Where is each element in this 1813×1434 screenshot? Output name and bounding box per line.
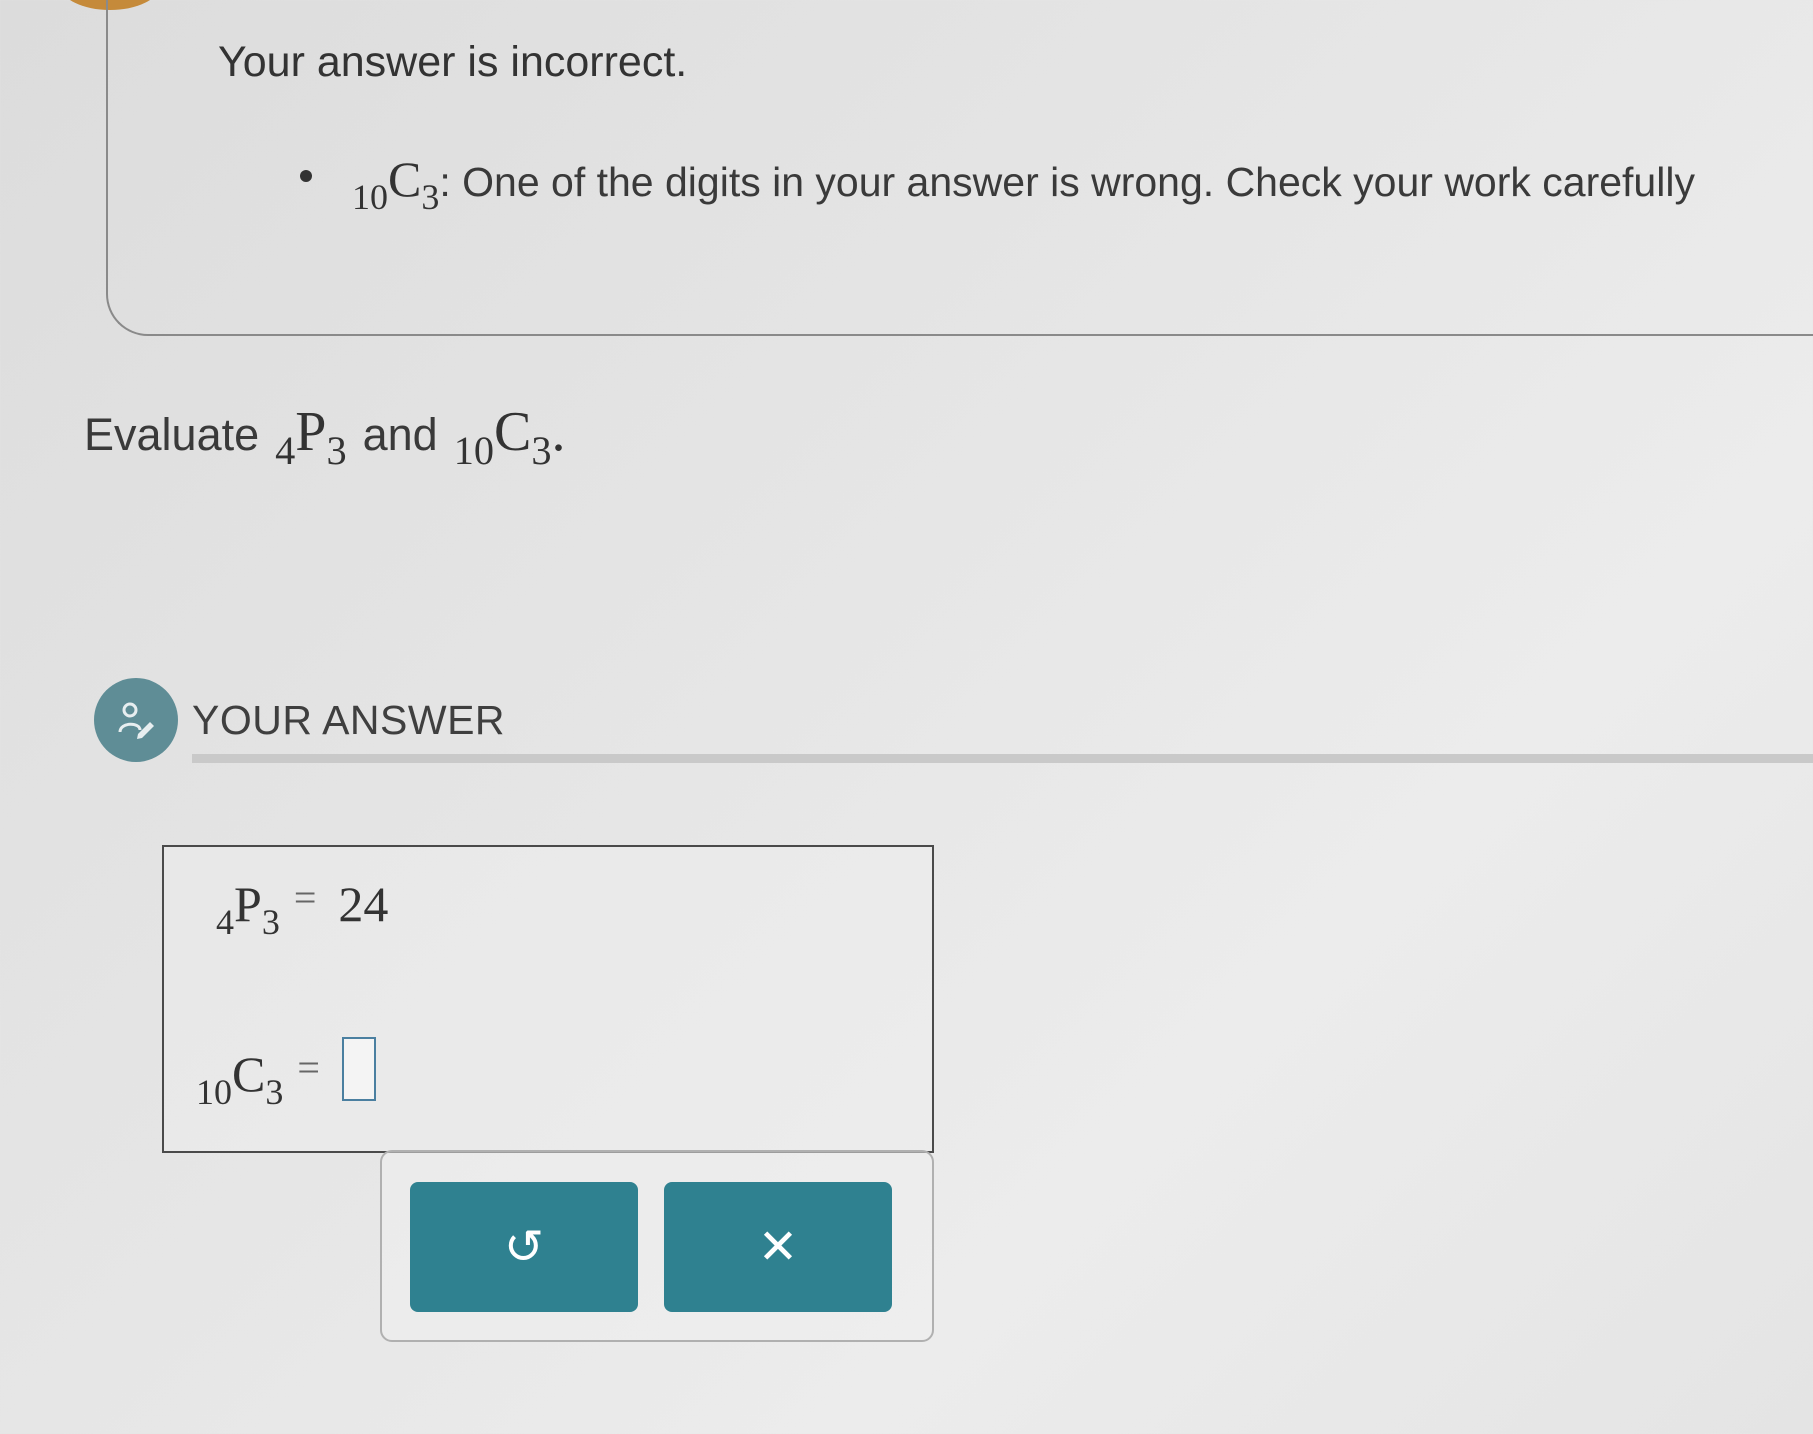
answer-box: 4P3 = 24 10 C 3 = xyxy=(162,845,934,1153)
expr-subscript: 3 xyxy=(531,428,552,474)
feedback-title: Your answer is incorrect. xyxy=(218,38,688,86)
expr-letter: P xyxy=(295,401,327,463)
clear-button[interactable]: ✕ xyxy=(664,1182,892,1312)
expr-letter: C xyxy=(232,1046,266,1102)
expr-presubscript: 10 xyxy=(352,176,388,217)
close-icon: ✕ xyxy=(757,1221,799,1274)
expr-letter: C xyxy=(388,151,422,207)
feedback-expression: 10C3 xyxy=(352,150,439,217)
equals-sign: = xyxy=(293,875,317,920)
expr-letter: P xyxy=(234,876,262,932)
question-prefix: Evaluate xyxy=(84,409,260,460)
expr-subscript: 3 xyxy=(261,901,280,942)
undo-button[interactable]: ↺ xyxy=(410,1182,638,1312)
expr-presubscript: 10 xyxy=(196,1071,232,1112)
question-expression-2: 10C3. xyxy=(454,400,566,473)
answer-section-label: YOUR ANSWER xyxy=(192,696,506,743)
button-panel: ↺ ✕ xyxy=(380,1150,934,1342)
question-suffix: . xyxy=(551,401,566,463)
question-connector: and xyxy=(362,409,438,460)
answer-divider xyxy=(192,754,1813,763)
question-expression-1: 4P3 xyxy=(275,400,346,473)
expr-presubscript: 10 xyxy=(453,428,494,474)
answer-header: YOUR ANSWER xyxy=(94,678,505,762)
feedback-item: 10C3 : One of the digits in your answer … xyxy=(352,150,1695,217)
expr-subscript: 3 xyxy=(265,1071,284,1112)
undo-icon: ↺ xyxy=(503,1221,545,1274)
feedback-message: : One of the digits in your answer is wr… xyxy=(439,159,1695,205)
bullet-icon xyxy=(300,170,312,182)
answer-row-combination: 10 C 3 = xyxy=(196,1027,376,1112)
expr-presubscript: 4 xyxy=(216,901,234,942)
equals-sign: = xyxy=(297,1045,320,1090)
permutation-answer-input[interactable]: 24 xyxy=(338,875,388,933)
question-text: Evaluate 4P3 and 10C3. xyxy=(84,400,566,473)
expr-subscript: 3 xyxy=(421,176,440,217)
combination-answer-input[interactable] xyxy=(341,1037,376,1101)
expr-subscript: 3 xyxy=(326,428,347,474)
expr-presubscript: 4 xyxy=(275,428,296,474)
answer-row-permutation: 4P3 = 24 xyxy=(216,875,388,942)
person-pencil-icon xyxy=(94,678,178,762)
expr-letter: C xyxy=(494,401,532,463)
